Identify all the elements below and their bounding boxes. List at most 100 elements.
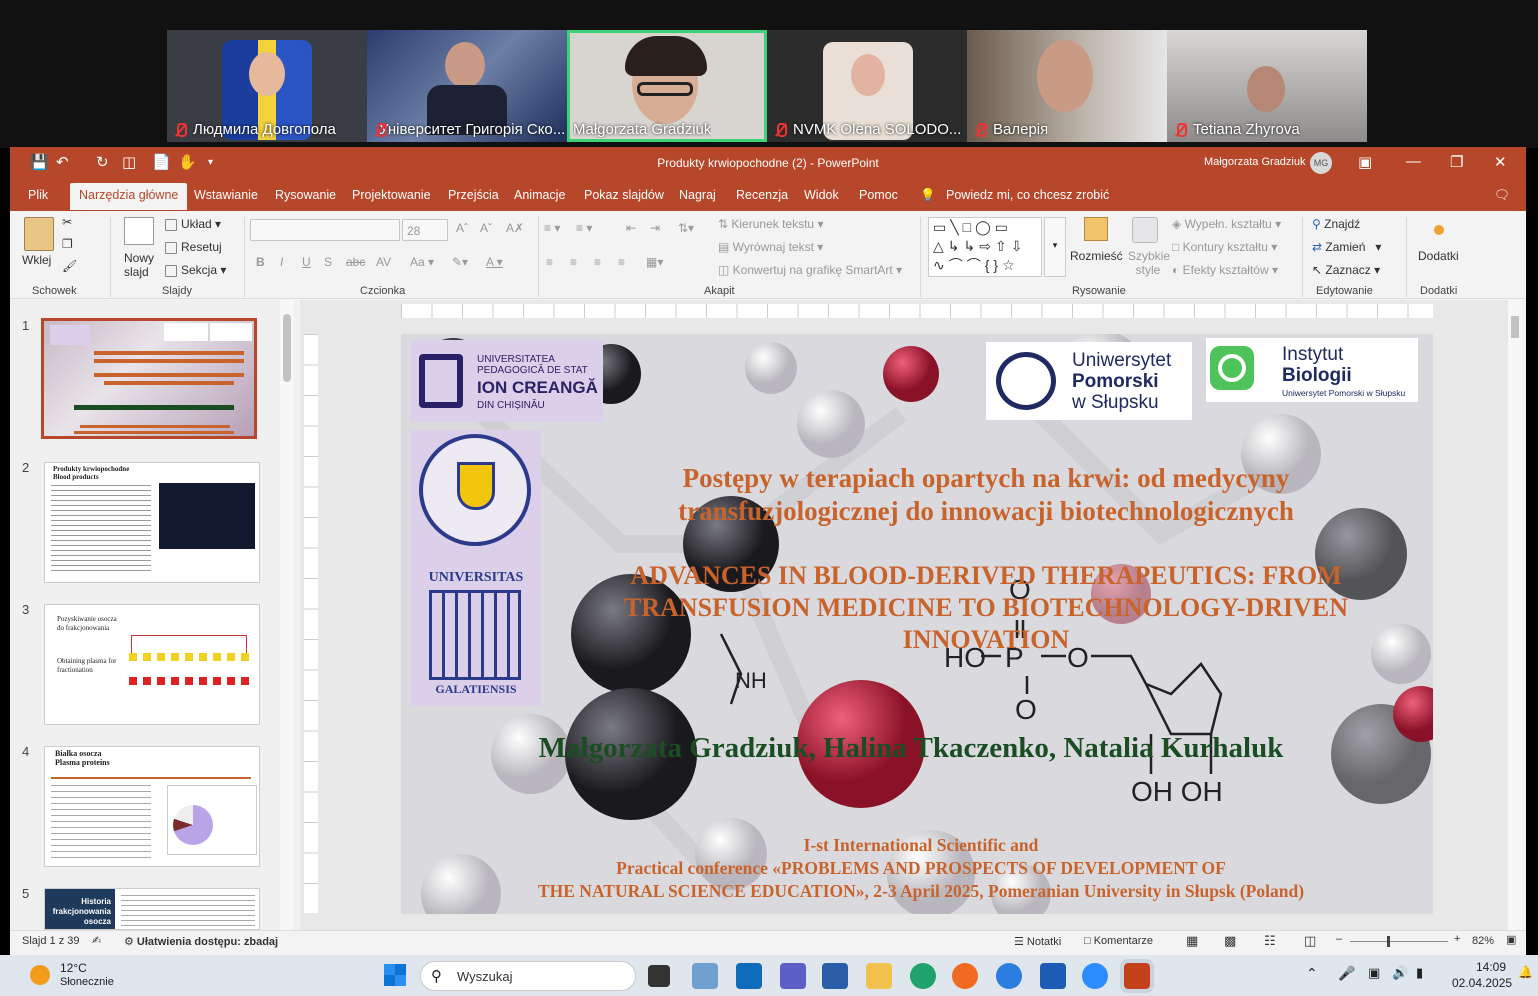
section-button[interactable]: Sekcja ▾ xyxy=(165,263,226,277)
tab-record[interactable]: Nagraj xyxy=(679,188,716,202)
paste-button[interactable]: Wklej xyxy=(22,253,51,267)
edge-icon[interactable] xyxy=(910,963,936,989)
user-name[interactable]: Małgorzata Gradziuk xyxy=(1204,156,1306,168)
notes-button[interactable]: ☰ Notatki xyxy=(1014,935,1061,948)
task-view-icon[interactable] xyxy=(648,965,670,987)
addins-button[interactable]: Dodatki xyxy=(1418,249,1459,263)
increase-indent-icon[interactable]: ⇥ xyxy=(650,221,660,235)
strikethrough-icon[interactable]: abc xyxy=(346,255,365,269)
weather-sun-icon[interactable] xyxy=(30,965,50,985)
teams-icon[interactable] xyxy=(780,963,806,989)
tab-file[interactable]: Plik xyxy=(28,188,48,202)
format-painter-icon[interactable]: 🖌 xyxy=(62,259,77,273)
increase-font-icon[interactable]: Aˆ xyxy=(456,221,468,235)
columns-icon[interactable]: ▦▾ xyxy=(646,255,663,269)
bold-icon[interactable]: B xyxy=(256,255,265,269)
align-text-button[interactable]: ▤ Wyrównaj tekst ▾ xyxy=(718,240,823,254)
decrease-font-icon[interactable]: Aˇ xyxy=(480,221,492,235)
tab-insert[interactable]: Wstawianie xyxy=(194,188,258,202)
tab-transitions[interactable]: Przejścia xyxy=(448,188,499,202)
bullets-icon[interactable]: ≡ ▾ xyxy=(544,221,560,235)
tab-design[interactable]: Projektowanie xyxy=(352,188,431,202)
tab-slideshow[interactable]: Pokaz slajdów xyxy=(584,188,664,202)
slide-title-english[interactable]: ADVANCES IN BLOOD-DERIVED THERAPEUTICS: … xyxy=(601,560,1371,656)
weather-temp[interactable]: 12°C xyxy=(60,961,87,975)
align-right-icon[interactable]: ≡ xyxy=(594,255,601,269)
justify-icon[interactable]: ≡ xyxy=(618,255,625,269)
normal-view-icon[interactable]: ▦ xyxy=(1186,933,1198,949)
highlight-icon[interactable]: ✎▾ xyxy=(452,255,468,269)
font-size-combobox[interactable]: 28 xyxy=(402,219,448,241)
user-avatar[interactable]: MG xyxy=(1310,152,1332,174)
thumbnail-slide-2[interactable]: Produkty krwiopochodne Blood products xyxy=(44,462,260,583)
layout-button[interactable]: Układ ▾ xyxy=(165,217,221,231)
participant-tile[interactable]: Людмила Довгопола xyxy=(167,30,367,142)
start-menu-icon[interactable] xyxy=(384,964,406,986)
scrollbar-thumb[interactable] xyxy=(1511,316,1519,338)
tab-home[interactable]: Narzędzia główne xyxy=(70,183,188,210)
thumbnails-scrollbar[interactable] xyxy=(280,300,294,930)
firefox-icon[interactable] xyxy=(952,963,978,989)
network-icon[interactable]: ▣ xyxy=(1368,965,1380,981)
zoom-slider[interactable] xyxy=(1350,941,1448,942)
find-button[interactable]: ⚲ Znajdź xyxy=(1312,217,1360,231)
microphone-icon[interactable]: 🎤 xyxy=(1338,965,1355,982)
outlook-icon[interactable] xyxy=(736,963,762,989)
accessibility-button[interactable]: ⚙ Ułatwienia dostępu: zbadaj xyxy=(124,935,278,948)
italic-icon[interactable]: I xyxy=(280,255,283,269)
tab-view[interactable]: Widok xyxy=(804,188,839,202)
participant-tile[interactable]: Tetiana Zhyrova xyxy=(1167,30,1367,142)
comments-icon[interactable]: 🗨 xyxy=(1494,188,1510,203)
select-button[interactable]: ↖ Zaznacz ▾ xyxy=(1312,263,1380,277)
notifications-icon[interactable]: 🔔 xyxy=(1518,965,1533,979)
slide-authors[interactable]: Małgorzata Gradziuk, Halina Tkaczenko, N… xyxy=(461,732,1361,765)
powerpoint-icon[interactable] xyxy=(1120,959,1154,993)
maximize-icon[interactable]: ❐ xyxy=(1450,153,1463,171)
line-spacing-icon[interactable]: ⇅▾ xyxy=(678,221,694,235)
copy-icon[interactable]: ❐ xyxy=(62,237,73,251)
ribbon-display-icon[interactable]: ▣ xyxy=(1358,153,1372,171)
zoom-in-icon[interactable]: + xyxy=(1454,933,1460,945)
paste-icon[interactable] xyxy=(24,217,54,251)
new-slide-button[interactable]: Nowy slajd xyxy=(124,251,160,279)
arrange-button[interactable]: Rozmieść xyxy=(1070,249,1123,263)
replace-button[interactable]: ⇄ Zamień ▾ xyxy=(1312,240,1381,254)
app-icon[interactable] xyxy=(996,963,1022,989)
align-left-icon[interactable]: ≡ xyxy=(546,255,553,269)
thumbnail-slide-3[interactable]: Pozyskiwanie osocza do frakcjonowania Ob… xyxy=(44,604,260,725)
clock-date[interactable]: 02.04.2025 xyxy=(1452,976,1512,990)
close-icon[interactable]: ✕ xyxy=(1494,153,1507,171)
participant-tile[interactable]: Валерія xyxy=(967,30,1167,142)
tab-review[interactable]: Recenzja xyxy=(736,188,788,202)
shapes-gallery[interactable]: ▭╲□◯▭ △↳↳⇨⇧⇩ ∿⌒⌒{}☆ xyxy=(928,217,1042,277)
tell-me-search[interactable]: Powiedz mi, co chcesz zrobić xyxy=(946,188,1109,202)
font-color-icon[interactable]: A ▾ xyxy=(486,255,503,269)
text-direction-button[interactable]: ⇅ Kierunek tekstu ▾ xyxy=(718,217,823,231)
slideshow-icon[interactable]: ◫ xyxy=(1304,933,1316,949)
zoom-level[interactable]: 82% xyxy=(1472,935,1494,947)
participant-tile[interactable]: NVMK Olena SOLODO... xyxy=(767,30,967,142)
tab-draw[interactable]: Rysowanie xyxy=(275,188,336,202)
thumbnail-slide-5[interactable]: Historia frakcjonowania osocza xyxy=(44,888,260,930)
weather-desc[interactable]: Słonecznie xyxy=(60,976,114,988)
reading-view-icon[interactable]: ☷ xyxy=(1264,933,1276,949)
fit-to-window-icon[interactable]: ▣ xyxy=(1506,933,1516,946)
decrease-indent-icon[interactable]: ⇤ xyxy=(626,221,636,235)
zoom-slider-thumb[interactable] xyxy=(1387,936,1390,947)
minimize-icon[interactable]: — xyxy=(1406,153,1421,170)
reset-button[interactable]: Resetuj xyxy=(165,240,222,254)
smartart-button[interactable]: ◫ Konwertuj na grafikę SmartArt ▾ xyxy=(718,263,902,277)
tab-help[interactable]: Pomoc xyxy=(859,188,898,202)
cut-icon[interactable]: ✂ xyxy=(62,215,72,229)
clock-time[interactable]: 14:09 xyxy=(1476,960,1506,974)
chevron-up-icon[interactable]: ⌃ xyxy=(1306,965,1318,982)
comments-button[interactable]: □ Komentarze xyxy=(1084,935,1153,947)
shape-effects-button[interactable]: ◐ Efekty kształtów ▾ xyxy=(1172,263,1278,277)
quick-styles-button[interactable]: Szybkie style xyxy=(1128,249,1170,277)
battery-icon[interactable]: ▮ xyxy=(1416,965,1423,981)
word-icon[interactable] xyxy=(1040,963,1066,989)
char-spacing-icon[interactable]: AV xyxy=(376,255,391,269)
shape-fill-button[interactable]: ◈ Wypełn. kształtu ▾ xyxy=(1172,217,1281,231)
file-explorer-icon[interactable] xyxy=(866,963,892,989)
slide-sorter-icon[interactable]: ▩ xyxy=(1224,933,1236,949)
